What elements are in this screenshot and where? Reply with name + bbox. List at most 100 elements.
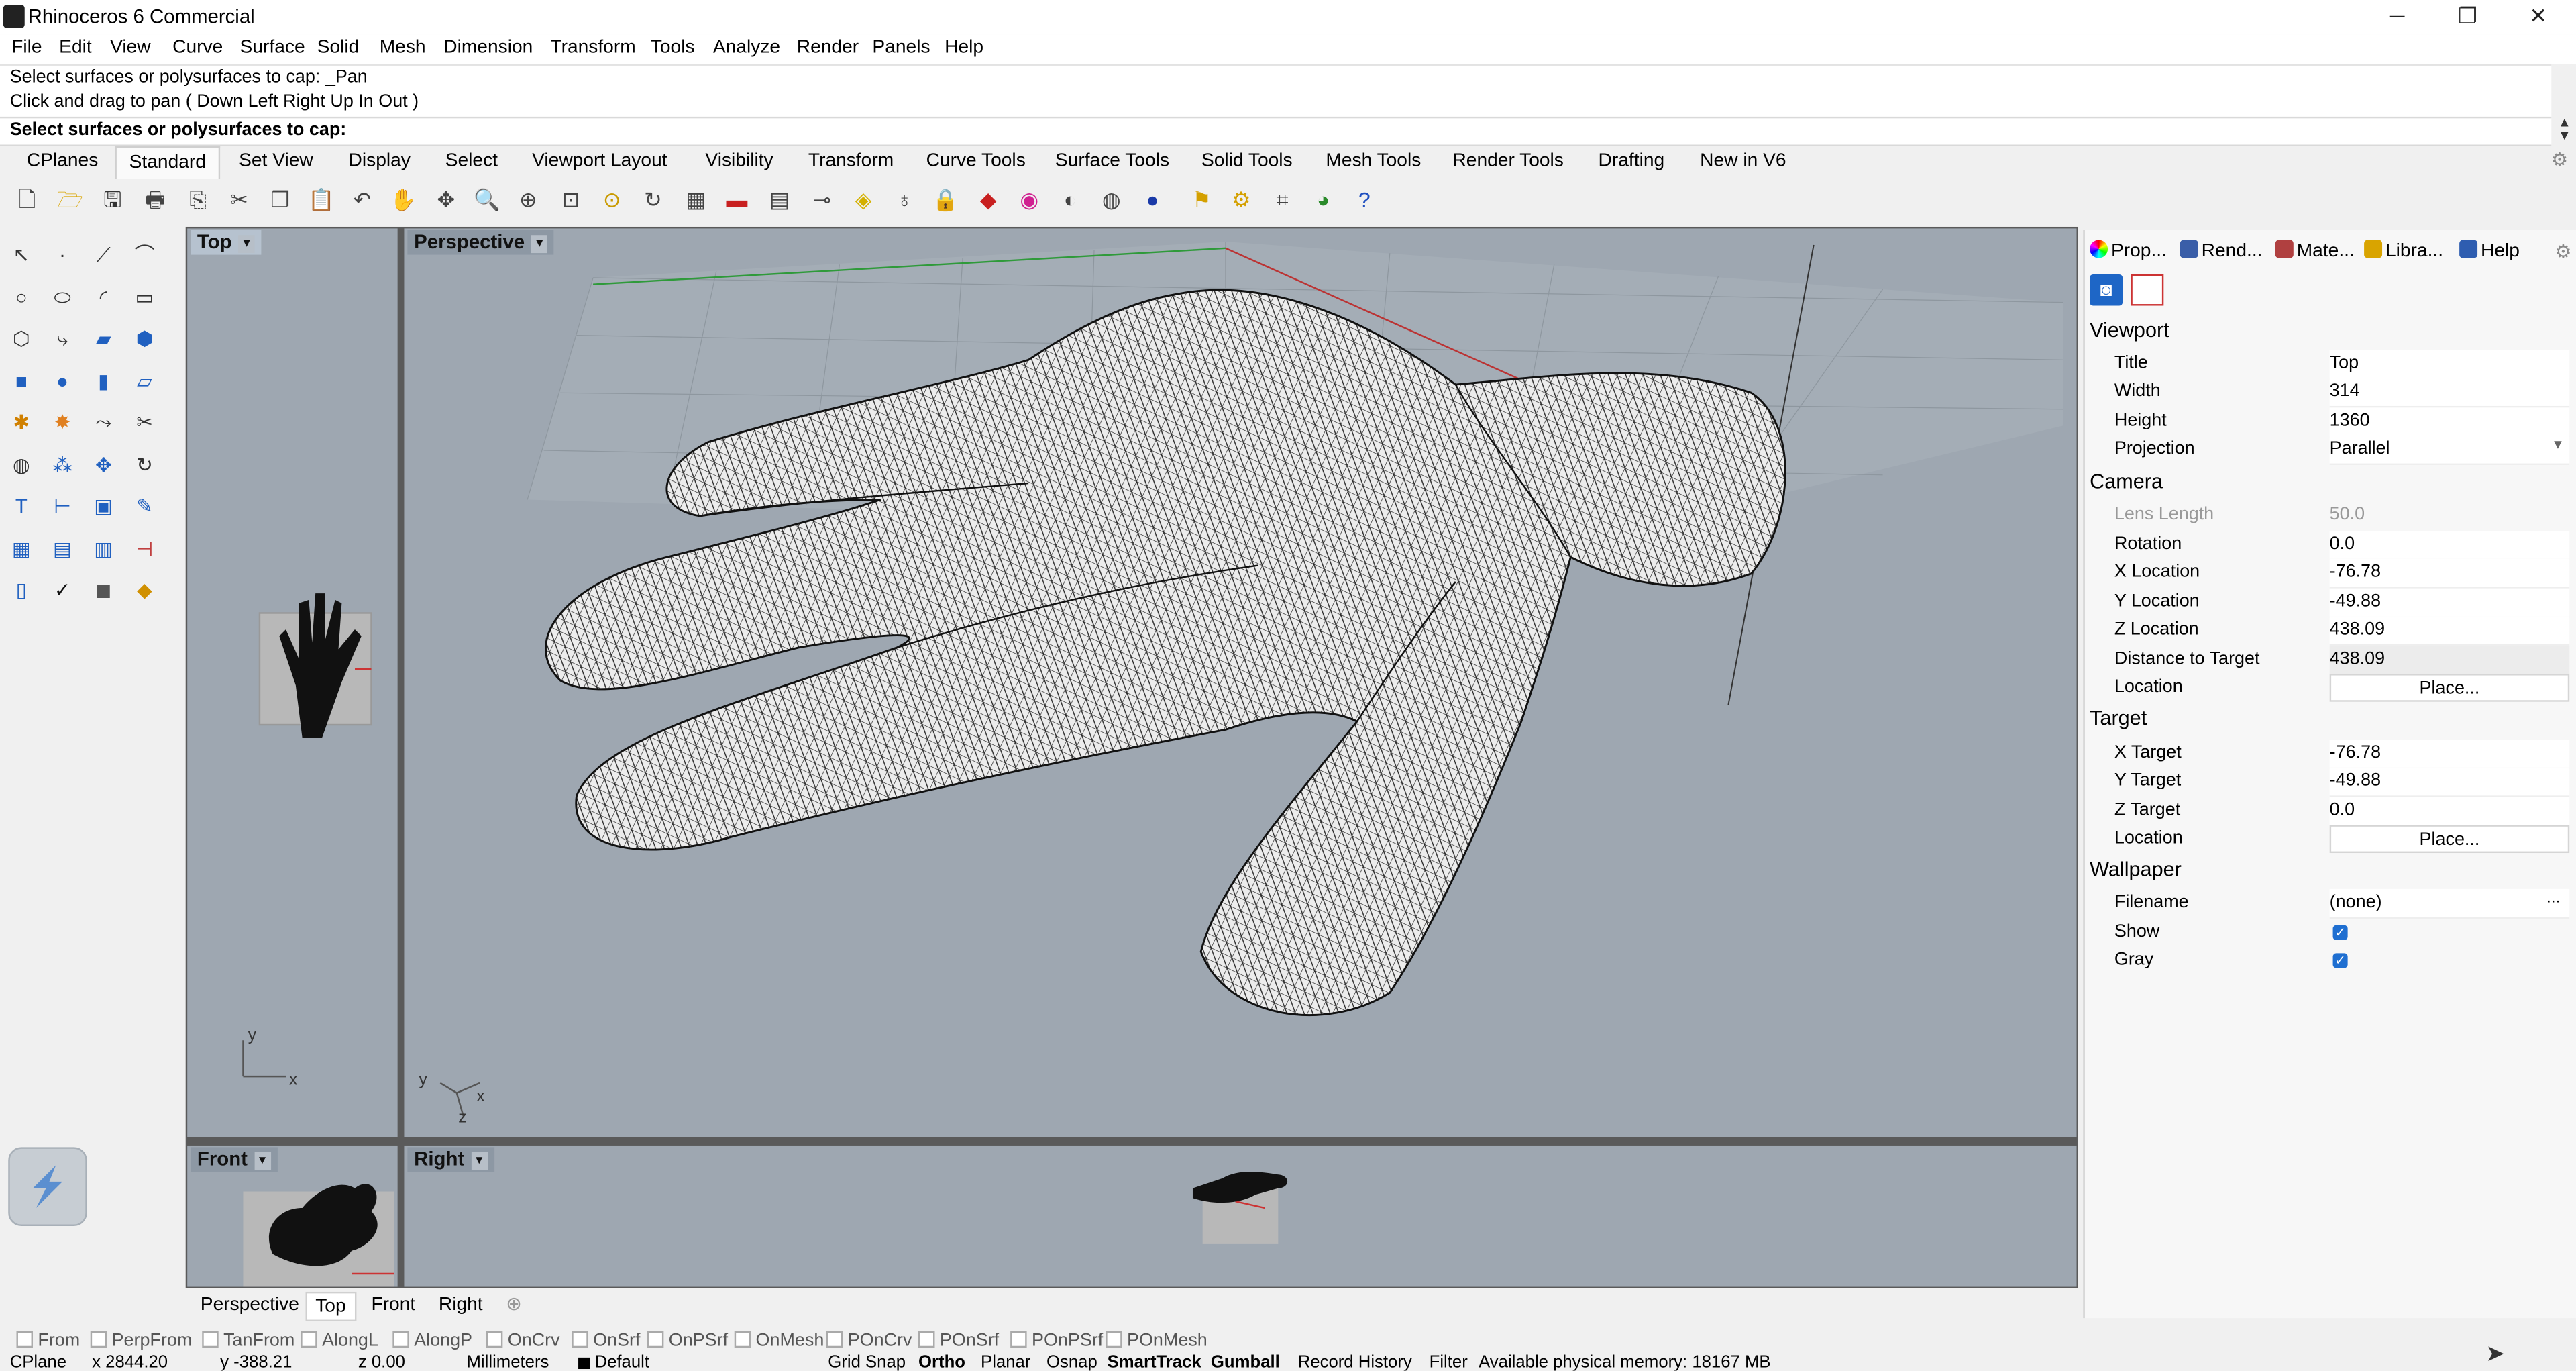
chevron-down-icon[interactable]: ▼: [2551, 437, 2564, 452]
osnap-perpfrom[interactable]: PerpFrom: [90, 1331, 192, 1351]
grid-snap-toggle[interactable]: Grid Snap: [828, 1354, 906, 1370]
target-place-button[interactable]: Place...: [2329, 825, 2570, 854]
tab-top[interactable]: Top: [305, 1291, 356, 1321]
osnap-onpsrf[interactable]: OnPSrf: [647, 1331, 728, 1351]
cylinder-icon[interactable]: ▮: [89, 366, 118, 395]
tab-solid-tools[interactable]: Solid Tools: [1191, 146, 1303, 178]
zoom-extents-icon[interactable]: ⊡: [555, 184, 587, 215]
osnap-onmesh[interactable]: OnMesh: [734, 1331, 824, 1351]
fillet-curve-icon[interactable]: ⤷: [48, 323, 77, 353]
block-icon[interactable]: ▣: [89, 491, 118, 521]
extrude-icon[interactable]: ▱: [129, 366, 159, 395]
checkbox-icon[interactable]: [90, 1331, 107, 1348]
menu-curve[interactable]: Curve: [172, 38, 223, 57]
group-icon[interactable]: ◍: [7, 450, 36, 479]
command-prompt[interactable]: Select surfaces or polysurfaces to cap:: [0, 116, 2552, 146]
import-icon[interactable]: ⎘: [182, 184, 214, 215]
render-icon[interactable]: ◕: [1307, 184, 1339, 215]
lock-icon[interactable]: 🔒: [930, 184, 961, 215]
toolbar-gear-icon[interactable]: ⚙: [2546, 146, 2573, 178]
tab-front[interactable]: Front: [363, 1292, 423, 1318]
rendered-sphere-icon[interactable]: ●: [1137, 184, 1169, 215]
menu-help[interactable]: Help: [945, 38, 983, 57]
smarttrack-toggle[interactable]: SmartTrack: [1108, 1354, 1201, 1370]
checkbox-icon[interactable]: [734, 1331, 751, 1348]
move-icon[interactable]: ✥: [89, 450, 118, 479]
frame-icon[interactable]: [2131, 274, 2164, 306]
save-icon[interactable]: 🖫: [97, 184, 128, 215]
check-icon[interactable]: ✓: [48, 575, 77, 605]
gumball-toggle[interactable]: Gumball: [1211, 1354, 1280, 1370]
menu-transform[interactable]: Transform: [550, 38, 635, 57]
checkbox-icon[interactable]: [301, 1331, 317, 1348]
mesh-icon[interactable]: ▦: [7, 534, 36, 563]
tab-display[interactable]: Display: [338, 146, 420, 178]
osnap-tanfrom[interactable]: TanFrom: [202, 1331, 294, 1351]
viewport-top[interactable]: Top ▼ y x: [187, 228, 398, 1137]
tab-cplanes[interactable]: CPlanes: [15, 146, 110, 178]
paste-icon[interactable]: 📋: [306, 184, 337, 215]
viewport-perspective[interactable]: Perspective ▼ y x z: [404, 228, 2077, 1137]
solid-edit-icon[interactable]: ◼: [89, 575, 118, 605]
viewport-right[interactable]: Right ▼: [404, 1145, 2077, 1287]
color-wheel-icon[interactable]: ◉: [1014, 184, 1045, 215]
light-icon[interactable]: ⊸: [806, 184, 838, 215]
tab-drafting[interactable]: Drafting: [1589, 146, 1674, 178]
car-icon[interactable]: ▬: [721, 184, 753, 215]
menu-file[interactable]: File: [11, 38, 42, 57]
tab-perspective[interactable]: Perspective: [193, 1292, 308, 1318]
y-location-field[interactable]: -49.88: [2329, 588, 2570, 618]
osnap-oncrv[interactable]: OnCrv: [486, 1331, 560, 1351]
chevron-down-icon[interactable]: ▼: [254, 1152, 271, 1170]
tab-libraries[interactable]: Libra...: [2364, 240, 2443, 261]
checkbox-icon[interactable]: [826, 1331, 843, 1348]
point-icon[interactable]: ·: [48, 240, 77, 270]
planar-toggle[interactable]: Planar: [981, 1354, 1030, 1370]
grid-icon[interactable]: ▤: [764, 184, 796, 215]
rotate-tool-icon[interactable]: ↻: [129, 450, 159, 479]
osnap-toggle[interactable]: Osnap: [1046, 1354, 1097, 1370]
pan-hand-icon[interactable]: ✋: [388, 184, 419, 215]
osnap-ponmesh[interactable]: POnMesh: [1106, 1331, 1208, 1351]
menu-tools[interactable]: Tools: [651, 38, 695, 57]
x-location-field[interactable]: -76.78: [2329, 558, 2570, 589]
tab-materials[interactable]: Mate...: [2275, 240, 2355, 261]
z-target-field[interactable]: 0.0: [2329, 797, 2570, 827]
tab-curve-tools[interactable]: Curve Tools: [918, 146, 1033, 178]
tab-mesh-tools[interactable]: Mesh Tools: [1320, 146, 1428, 178]
ortho-toggle[interactable]: Ortho: [918, 1354, 965, 1370]
wireframe-sphere-icon[interactable]: ◐: [1055, 184, 1086, 215]
layout-icon[interactable]: ▯: [7, 575, 36, 605]
show-checkbox[interactable]: ✓: [2332, 925, 2348, 940]
new-icon[interactable]: 🗋: [11, 184, 43, 215]
checkbox-icon[interactable]: [202, 1331, 219, 1348]
snap-icon[interactable]: ⌗: [1267, 184, 1298, 215]
join-icon[interactable]: ⤳: [89, 407, 118, 437]
menu-dimension[interactable]: Dimension: [443, 38, 533, 57]
menu-render[interactable]: Render: [797, 38, 859, 57]
filter-toggle[interactable]: Filter: [1430, 1354, 1468, 1370]
rhino-grasshopper-icon[interactable]: [8, 1147, 87, 1226]
command-scroll-arrows[interactable]: ▲ ▼: [2553, 116, 2576, 143]
tab-set-view[interactable]: Set View: [230, 146, 322, 178]
shaded-sphere-icon[interactable]: ◍: [1095, 184, 1127, 215]
curve-icon[interactable]: ⌒: [129, 240, 159, 270]
osnap-poncrv[interactable]: POnCrv: [826, 1331, 912, 1351]
bulb-icon[interactable]: ◈: [848, 184, 879, 215]
array-icon[interactable]: ⁂: [48, 450, 77, 479]
chevron-down-icon[interactable]: ▼: [238, 235, 255, 254]
surface-icon[interactable]: ▰: [89, 323, 118, 353]
gray-checkbox[interactable]: ✓: [2332, 953, 2348, 968]
rotate-icon[interactable]: ↻: [637, 184, 669, 215]
polyline-icon[interactable]: ⟋: [89, 240, 118, 270]
checkbox-icon[interactable]: [647, 1331, 664, 1348]
tab-help[interactable]: Help: [2459, 240, 2520, 261]
checkbox-icon[interactable]: [16, 1331, 33, 1348]
menu-view[interactable]: View: [110, 38, 151, 57]
tab-select[interactable]: Select: [435, 146, 508, 178]
zoom-window-icon[interactable]: ⊕: [513, 184, 544, 215]
sphere-icon[interactable]: ●: [48, 366, 77, 395]
hatch-icon[interactable]: ▤: [48, 534, 77, 563]
tab-right[interactable]: Right: [431, 1292, 491, 1318]
tab-visibility[interactable]: Visibility: [693, 146, 785, 178]
